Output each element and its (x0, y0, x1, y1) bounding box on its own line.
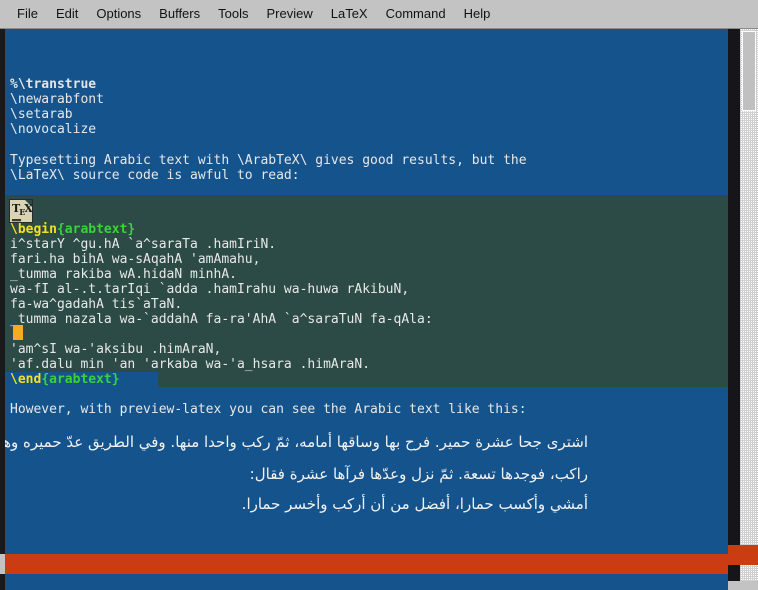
code-line-begin-arabtext: \begin{arabtext} (10, 222, 135, 237)
begin-command: \begin (10, 222, 57, 237)
begin-environment: {arabtext} (56, 222, 136, 237)
text-cursor (13, 325, 23, 340)
menu-item-options[interactable]: Options (87, 4, 150, 24)
scrollbar-bottom-trough[interactable] (740, 565, 758, 581)
menu-item-edit[interactable]: Edit (47, 4, 87, 24)
arabtex-source-line: 'af.dalu min 'an 'arkaba wa-'a_hsara .hi… (10, 357, 371, 372)
menu-item-help[interactable]: Help (455, 4, 500, 24)
code-line-setarab: \setarab (10, 107, 73, 122)
arabtex-source-line: _tumma rakiba wA.hidaN minhA. (10, 267, 237, 282)
arabtex-source-line: wa-fI al-.t.tarIqi `adda .hamIrahu wa-hu… (10, 282, 410, 297)
menu-item-preview[interactable]: Preview (257, 4, 321, 24)
arabtex-source-line: fari.ha bihA wa-sAqahA 'amAmahu, (10, 252, 261, 267)
scrollbar-gutter (728, 29, 740, 545)
code-line-paragraph-1: Typesetting Arabic text with \ArabTeX\ g… (10, 153, 527, 168)
tex-document-icon[interactable]: TEX ▃▃▃ (9, 199, 33, 223)
menu-item-tools[interactable]: Tools (209, 4, 257, 24)
scrollbar-modeline-strip (728, 545, 758, 565)
code-line-transtrue: %\transtrue (10, 77, 97, 92)
end-command: \end (10, 372, 42, 387)
code-line-closing-paragraph: However, with preview-latex you can see … (10, 402, 527, 417)
code-line-newarabfont: \newarabfont (10, 92, 104, 107)
arabtex-source-line: _tumma nazala wa-`addahA fa-ra'AhA `a^sa… (10, 312, 433, 327)
menu-item-command[interactable]: Command (377, 4, 455, 24)
emacs-window: File Edit Options Buffers Tools Preview … (0, 0, 758, 590)
icon-tex-label: TEX (12, 202, 33, 218)
code-line-novocalize: \novocalize (10, 122, 97, 137)
text-buffer[interactable]: %\transtrue \newarabfont \setarab \novoc… (5, 29, 728, 554)
menu-item-buffers[interactable]: Buffers (150, 4, 209, 24)
menu-item-file[interactable]: File (8, 4, 47, 24)
vertical-scrollbar[interactable] (728, 29, 758, 590)
end-environment: {arabtext} (41, 372, 120, 387)
arabtex-source-line: fa-wa^gadahA tis`aTaN. (10, 297, 183, 312)
editor-area: %\transtrue \newarabfont \setarab \novoc… (0, 29, 758, 590)
arabic-preview-line[interactable]: أمشي وأكسب حمارا، أفضل من أن أركب وأخسر … (242, 495, 588, 513)
code-line-paragraph-2: \LaTeX\ source code is awful to read: (10, 168, 300, 183)
scrollbar-bottom-gutter (728, 565, 740, 581)
scrollbar-thumb[interactable] (742, 31, 756, 111)
scrollbar-bottom-area (728, 565, 758, 590)
arabic-preview-line[interactable]: راكب، فوجدها تسعة. ثمّ نزل وعدّها فرآها … (250, 465, 588, 483)
arabic-preview-line[interactable]: اشترى جحا عشرة حمير. فرح بها وساقها أمام… (5, 433, 588, 451)
code-line-end-arabtext: \end{arabtext} (10, 372, 120, 387)
menu-item-latex[interactable]: LaTeX (322, 4, 377, 24)
mode-line[interactable]: --:-- guha.tex (LaTeX Fill)--L27--13%---… (5, 554, 728, 574)
arabtex-source-line: 'am^sI wa-'aksibu .himAraN, (10, 342, 222, 357)
echo-area (5, 574, 728, 590)
arabtex-source-line: i^starY ^gu.hA `a^saraTa .hamIriN. (10, 237, 277, 252)
menu-bar: File Edit Options Buffers Tools Preview … (0, 0, 758, 29)
icon-text-lines: ▃▃▃ (12, 216, 22, 222)
